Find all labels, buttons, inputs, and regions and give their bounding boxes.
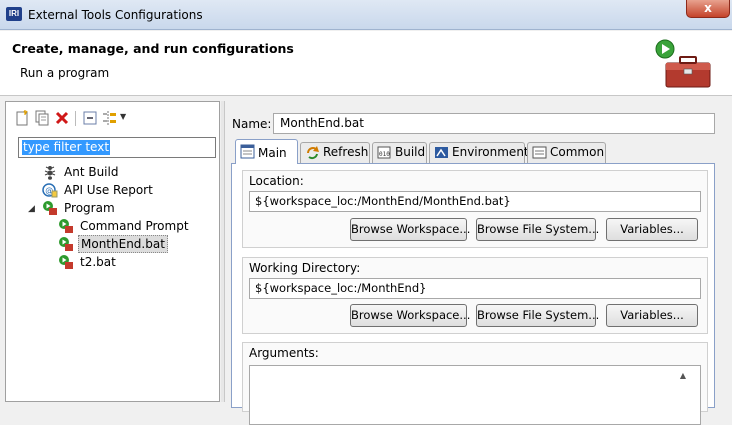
tree-item-label: Ant Build — [64, 165, 119, 179]
location-input[interactable]: ${workspace_loc:/MonthEnd/MonthEnd.bat} — [249, 191, 701, 212]
ant-icon — [44, 166, 56, 180]
refresh-icon — [307, 146, 319, 160]
svg-text:010: 010 — [379, 151, 390, 158]
wd-browse-workspace-button[interactable]: Browse Workspace... — [350, 304, 470, 327]
tab-build[interactable]: 010 Build — [372, 142, 427, 163]
arguments-label: Arguments: — [249, 346, 319, 360]
working-directory-label: Working Directory: — [249, 261, 361, 275]
banner-title: Create, manage, and run configurations — [12, 41, 294, 56]
configuration-list-pane: ▼ type filter text Ant Build @ API Use R… — [5, 101, 220, 402]
tab-common[interactable]: Common — [527, 142, 606, 163]
wd-variables-button[interactable]: Variables... — [606, 304, 698, 327]
toolbar-separator — [75, 111, 76, 126]
dropdown-arrow-icon[interactable]: ▼ — [120, 112, 126, 121]
tree-item-label: t2.bat — [80, 255, 116, 269]
filter-icon[interactable] — [102, 110, 118, 126]
tree-item-label: Command Prompt — [80, 219, 189, 233]
tab-label: Refresh — [323, 145, 369, 159]
title-bar: IRI External Tools Configurations x — [0, 0, 732, 30]
toolbox-run-icon — [655, 39, 711, 88]
filter-input[interactable]: type filter text — [18, 137, 216, 158]
close-button[interactable]: x — [686, 0, 730, 18]
new-configuration-icon[interactable] — [14, 110, 30, 126]
tree-item-label: Program — [64, 201, 115, 215]
tab-label: Common — [550, 145, 605, 159]
duplicate-icon[interactable] — [34, 110, 50, 126]
location-group: Location: ${workspace_loc:/MonthEnd/Mont… — [242, 170, 708, 248]
main-tab-icon — [240, 144, 255, 159]
program-config-icon — [59, 237, 73, 251]
location-browse-file-system-button[interactable]: Browse File System... — [476, 218, 599, 241]
environment-icon — [435, 147, 448, 158]
header-banner: Create, manage, and run configurations R… — [0, 31, 732, 96]
program-config-icon — [59, 219, 73, 233]
main-tab-panel: Location: ${workspace_loc:/MonthEnd/Mont… — [231, 163, 715, 425]
window-title: External Tools Configurations — [28, 8, 203, 22]
location-label: Location: — [249, 174, 304, 188]
arguments-textarea[interactable] — [249, 365, 701, 425]
tree-item-label: API Use Report — [64, 183, 153, 197]
banner-subtitle: Run a program — [20, 66, 110, 80]
tab-label: Environment — [452, 145, 529, 159]
api-report-icon: @ — [42, 183, 58, 198]
tab-label: Main — [258, 146, 287, 160]
working-directory-group: Working Directory: ${workspace_loc:/Mont… — [242, 257, 708, 334]
location-browse-workspace-button[interactable]: Browse Workspace... — [350, 218, 470, 241]
delete-icon[interactable] — [54, 110, 70, 126]
tree-expander-icon[interactable]: ◢ — [28, 204, 35, 214]
configuration-toolbar: ▼ — [14, 110, 214, 128]
app-logo-icon: IRI — [6, 7, 22, 21]
configuration-editor: Name: MonthEnd.bat Main Refresh 010 Buil… — [224, 101, 732, 425]
scroll-up-arrow-icon[interactable]: ▲ — [677, 371, 689, 383]
program-config-icon — [59, 255, 73, 269]
program-icon — [43, 201, 57, 215]
filter-input-text: type filter text — [22, 140, 111, 155]
tab-environment[interactable]: Environment — [429, 142, 529, 163]
working-directory-input[interactable]: ${workspace_loc:/MonthEnd} — [249, 278, 701, 299]
tab-main[interactable]: Main — [235, 139, 298, 164]
tab-bar: Main Refresh 010 Build Environment Commo… — [229, 139, 729, 164]
name-input[interactable]: MonthEnd.bat — [273, 113, 715, 134]
collapse-all-icon[interactable] — [82, 110, 98, 126]
tab-label: Build — [395, 145, 426, 159]
name-label: Name: — [232, 117, 272, 131]
tab-refresh[interactable]: Refresh — [300, 142, 370, 163]
tree-item-label: MonthEnd.bat — [78, 235, 168, 253]
common-icon — [532, 146, 547, 159]
build-icon: 010 — [377, 146, 391, 159]
wd-browse-file-system-button[interactable]: Browse File System... — [476, 304, 599, 327]
location-variables-button[interactable]: Variables... — [606, 218, 698, 241]
